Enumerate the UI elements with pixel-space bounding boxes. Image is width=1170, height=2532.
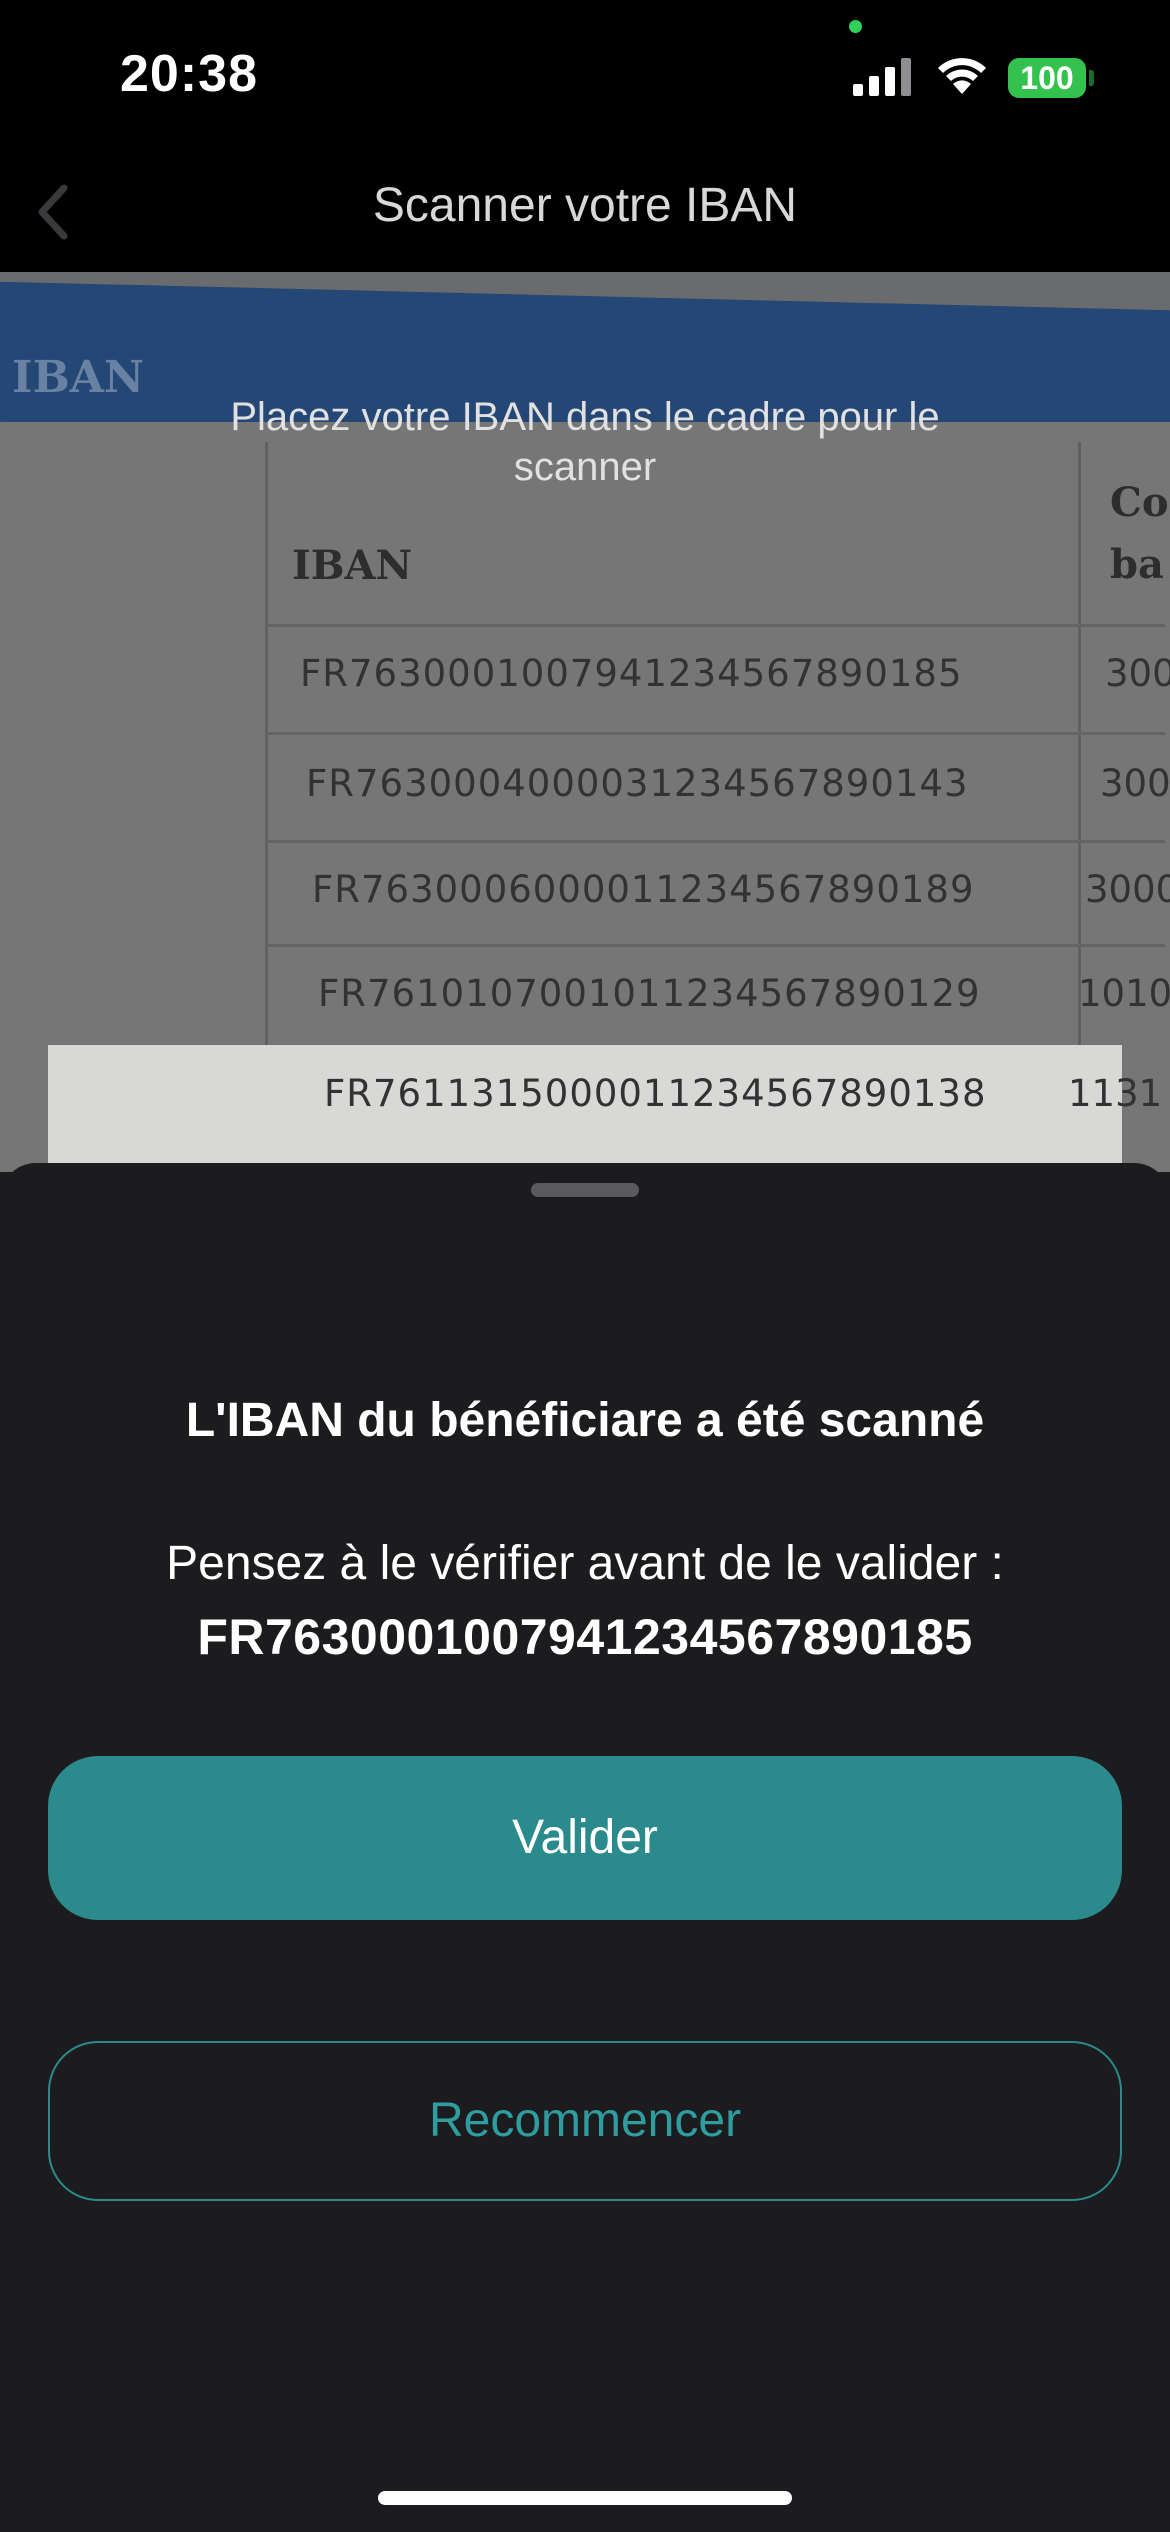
page-title: Scanner votre IBAN: [372, 179, 798, 232]
wifi-icon: [938, 58, 986, 94]
document-column-header: IBAN: [292, 542, 413, 589]
table-row-divider: [265, 732, 1165, 735]
sheet-title: L'IBAN du bénéficiare a été scanné: [185, 1394, 985, 1447]
scan-hint: Placez votre IBAN dans le cadre pour le …: [230, 395, 940, 489]
battery-tip: [1089, 70, 1094, 86]
document-bank-code: 1131: [1068, 1072, 1163, 1115]
camera-preview: IBAN IBAN Co ba FR7630001007941234567890…: [0, 272, 1170, 1172]
validate-button[interactable]: Valider: [48, 1756, 1122, 1920]
camera-in-use-indicator: [849, 20, 862, 33]
sheet-grabber[interactable]: [531, 1183, 639, 1197]
document-column-header-2: Co ba: [1110, 479, 1169, 588]
scanned-iban: FR7630001007941234567890185: [197, 1609, 973, 1665]
document-banner-label: IBAN: [12, 352, 145, 403]
status-bar: 20:38 100: [0, 0, 1170, 150]
battery-icon: 100: [1008, 58, 1086, 98]
result-bottom-sheet: L'IBAN du bénéficiare a été scanné Pense…: [0, 1163, 1170, 2532]
table-row-divider: [265, 840, 1165, 843]
document-bank-code: 300: [1105, 652, 1170, 695]
document-bank-code: 3000: [1085, 868, 1170, 911]
iban-scanner-screen: 20:38 100 Scanner votre IBAN IBAN IBAN C…: [0, 0, 1170, 2532]
table-row-divider: [265, 624, 1165, 627]
document-iban-row: FR7610107001011234567890129: [318, 972, 981, 1015]
document-iban-row: FR7630001007941234567890185: [300, 652, 963, 695]
document-iban-row: FR7630006000011234567890189: [312, 868, 975, 911]
home-indicator[interactable]: [378, 2491, 792, 2505]
document-iban-row: FR7630004000031234567890143: [306, 762, 969, 805]
document-iban-row: FR7611315000011234567890138: [324, 1072, 987, 1115]
navigation-bar: Scanner votre IBAN: [0, 150, 1170, 272]
document-bank-code: 1010: [1078, 972, 1170, 1015]
sheet-message: Pensez à le vérifier avant de le valider…: [166, 1537, 1004, 1590]
table-row-divider: [265, 944, 1165, 947]
status-time: 20:38: [120, 45, 258, 103]
document-bank-code: 300: [1100, 762, 1170, 805]
signal-icon: [853, 58, 911, 96]
restart-button[interactable]: Recommencer: [48, 2041, 1122, 2201]
